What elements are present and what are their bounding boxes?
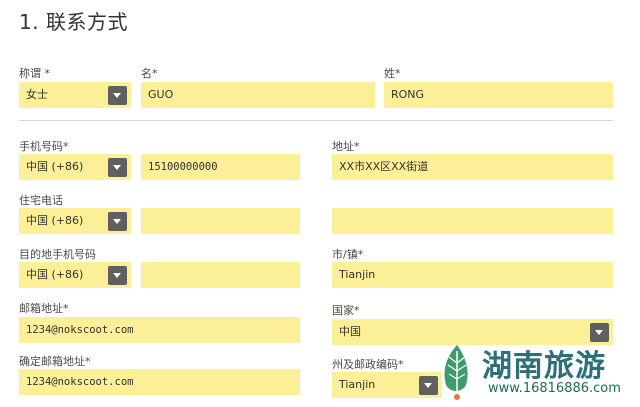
first-name-input[interactable]: GUO — [141, 82, 375, 108]
home-phone-label: 住宅电话 — [19, 194, 63, 207]
chevron-down-icon[interactable] — [108, 86, 127, 105]
country-label: 国家* — [332, 304, 360, 317]
watermark: 湖南旅游 www.16816886.com — [432, 339, 640, 407]
home-phone-number-input[interactable] — [141, 208, 300, 234]
watermark-url: www.16816886.com — [488, 381, 621, 396]
state-select[interactable]: Tianjin — [332, 372, 442, 398]
destination-mobile-number-input[interactable] — [141, 262, 300, 288]
salutation-label: 称谓 * — [19, 67, 50, 80]
home-phone-country-code-select[interactable]: 中国 (+86) — [19, 208, 131, 234]
confirm-email-label: 确定邮箱地址* — [19, 355, 91, 368]
destination-mobile-country-code-value: 中国 (+86) — [26, 268, 84, 281]
mobile-country-code-select[interactable]: 中国 (+86) — [19, 154, 131, 180]
section-divider — [19, 120, 613, 121]
mobile-label: 手机号码* — [19, 140, 69, 153]
address-label: 地址* — [332, 140, 360, 153]
salutation-value: 女士 — [26, 88, 48, 101]
state-postal-label: 州及邮政编码* — [332, 358, 404, 371]
first-name-label: 名* — [141, 67, 158, 80]
email-label: 邮箱地址* — [19, 302, 69, 315]
home-phone-country-code-value: 中国 (+86) — [26, 214, 84, 227]
email-input[interactable]: 1234@nokscoot.com — [19, 317, 300, 343]
state-value: Tianjin — [339, 378, 376, 391]
chevron-down-icon[interactable] — [108, 158, 127, 177]
last-name-label: 姓* — [384, 67, 401, 80]
city-label: 市/镇* — [332, 248, 364, 261]
mobile-country-code-value: 中国 (+86) — [26, 160, 84, 173]
address-line2-input[interactable] — [332, 208, 613, 234]
destination-mobile-label: 目的地手机号码 — [19, 248, 96, 261]
last-name-input[interactable]: RONG — [384, 82, 613, 108]
watermark-text: 湖南旅游 — [482, 349, 606, 384]
chevron-down-icon[interactable] — [108, 212, 127, 231]
destination-mobile-country-code-select[interactable]: 中国 (+86) — [19, 262, 131, 288]
city-input[interactable]: Tianjin — [332, 262, 613, 288]
leaf-logo-icon — [444, 345, 468, 400]
confirm-email-input[interactable]: 1234@nokscoot.com — [19, 369, 300, 395]
mobile-number-input[interactable]: 15100000000 — [141, 154, 300, 180]
country-value: 中国 — [339, 325, 361, 338]
salutation-select[interactable]: 女士 — [19, 82, 131, 108]
address-line1-input[interactable]: XX市XX区XX街道 — [332, 154, 613, 180]
chevron-down-icon[interactable] — [108, 266, 127, 285]
section-title: 1. 联系方式 — [19, 10, 128, 34]
